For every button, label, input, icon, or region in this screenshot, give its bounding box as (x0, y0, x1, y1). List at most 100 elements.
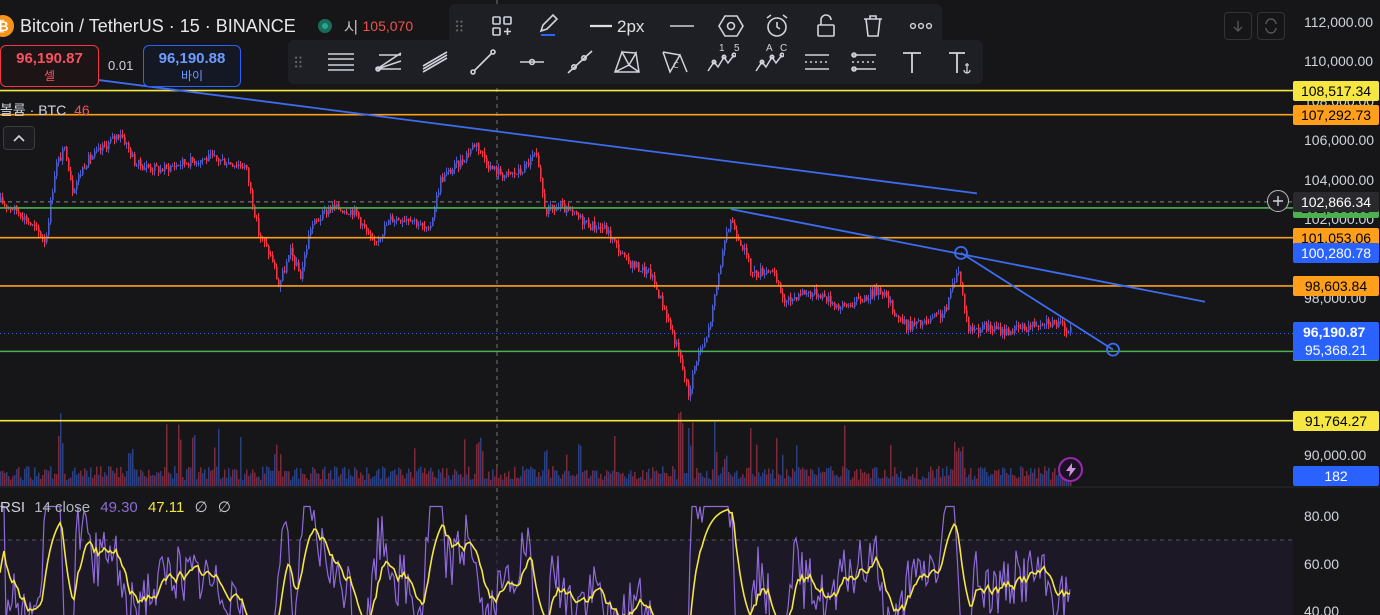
candle-body (856, 297, 858, 302)
volume-bar (598, 478, 600, 486)
candle-body (760, 267, 762, 278)
volume-bar (796, 445, 798, 486)
candle-body (286, 261, 288, 273)
price-range-icon[interactable] (800, 45, 834, 79)
drag-handle-icon[interactable] (449, 9, 471, 43)
candle-body (878, 288, 880, 296)
abcd-pattern-icon[interactable]: C (658, 45, 692, 79)
price-chart[interactable] (0, 0, 1380, 615)
sell-button[interactable]: 96,190.87 셀 (0, 45, 99, 87)
candle-body (122, 134, 124, 137)
parallel-channel-icon[interactable] (418, 45, 452, 79)
volume-bar (12, 476, 14, 486)
volume-bar (998, 469, 1000, 486)
volume-bar (828, 468, 830, 486)
volume-bar (588, 478, 590, 486)
candle-body (924, 320, 926, 324)
line-style-icon[interactable] (581, 9, 621, 43)
candle-body (318, 219, 320, 222)
lightning-event-icon[interactable] (1058, 457, 1083, 482)
trend-line-icon[interactable] (466, 45, 500, 79)
reset-chart-button[interactable] (1257, 12, 1285, 40)
candle-body (390, 216, 392, 221)
volume-bar (270, 470, 272, 486)
rsi-params: 14 close (34, 499, 91, 516)
candle-body (526, 162, 528, 164)
volume-bar (414, 448, 416, 486)
volume-bar (678, 413, 680, 486)
volume-bar (428, 471, 430, 486)
alarm-clock-icon[interactable] (760, 9, 794, 43)
volume-bar (736, 470, 738, 486)
add-template-icon[interactable] (485, 9, 519, 43)
alert-price-tag[interactable]: 100,280.78 (1293, 242, 1379, 263)
candle-body (954, 282, 956, 284)
xabcd-pattern-icon[interactable] (610, 45, 644, 79)
collapse-legend-button[interactable] (3, 126, 35, 150)
volume-bar (792, 468, 794, 486)
volume-bar (604, 475, 606, 486)
date-price-range-icon[interactable] (847, 45, 881, 79)
volume-bar (254, 472, 256, 486)
level-price-tag[interactable]: 108,517.34 (1293, 80, 1379, 101)
volume-bar (82, 475, 84, 486)
chart-stage[interactable]: ₿ Bitcoin / TetherUS · 15 · BINANCE 시 10… (0, 0, 1380, 615)
line-dash-icon[interactable] (665, 9, 699, 43)
volume-bar (964, 468, 966, 486)
drag-handle-icon[interactable] (288, 45, 310, 79)
volume-bar (714, 421, 716, 486)
hexagon-settings-icon[interactable] (714, 9, 748, 43)
candle-body (2, 197, 4, 204)
pencil-icon[interactable] (531, 7, 565, 41)
more-icon[interactable] (904, 9, 938, 43)
volume-value-tag[interactable]: 182 (1293, 466, 1379, 486)
volume-bar (986, 472, 988, 486)
unlock-icon[interactable] (809, 9, 843, 43)
volume-bar (304, 474, 306, 486)
volume-bar (922, 476, 924, 486)
crosshair-price-tag[interactable]: 102,866.34 (1293, 191, 1379, 212)
buy-button[interactable]: 96,190.88 바이 (143, 45, 241, 87)
drawing-tools-toolbar[interactable]: C 1 5 A C (288, 40, 983, 84)
volume-bar (996, 470, 998, 486)
level-price-tag[interactable]: 98,603.84 (1293, 275, 1379, 296)
candle-body (1024, 324, 1026, 331)
pitchfork-icon[interactable] (372, 45, 406, 79)
candle-body (768, 270, 770, 272)
secondary-price-tag[interactable]: 95,368.21 (1293, 339, 1379, 360)
symbol-title[interactable]: Bitcoin / TetherUS · 15 · BINANCE (20, 16, 296, 37)
volume-legend[interactable]: 볼륨 · BTC 46 (0, 100, 90, 120)
candle-body (402, 220, 404, 223)
volume-bar (260, 479, 262, 486)
horizontal-ray-icon[interactable] (515, 45, 549, 79)
candle-body (82, 167, 84, 175)
rsi-legend[interactable]: RSI 14 close 49.30 47.11 ∅ ∅ (0, 498, 231, 516)
volume-bar (188, 467, 190, 486)
candle-body (50, 200, 52, 223)
add-alert-plus-icon[interactable] (1267, 190, 1289, 212)
candle-body (826, 296, 828, 302)
volume-bar (702, 476, 704, 486)
volume-bar (626, 478, 628, 486)
volume-bar (330, 470, 332, 486)
volume-bar (132, 448, 134, 486)
volume-bar (928, 471, 930, 486)
anchored-text-icon[interactable] (943, 45, 977, 79)
volume-bar (1036, 478, 1038, 486)
line-width-label[interactable]: 2px (617, 17, 644, 37)
candle-body (766, 270, 768, 274)
horizontal-lines-icon[interactable] (324, 45, 358, 79)
volume-bar (542, 470, 544, 486)
symbol-header[interactable]: ₿ Bitcoin / TetherUS · 15 · BINANCE 시 10… (0, 12, 413, 40)
volume-bar (2, 470, 4, 486)
rsi-ma-value: 47.11 (147, 499, 185, 516)
volume-bar (368, 473, 370, 486)
ray-icon[interactable] (563, 45, 597, 79)
text-icon[interactable] (895, 45, 929, 79)
trash-icon[interactable] (856, 9, 890, 43)
scroll-to-latest-button[interactable] (1224, 12, 1252, 40)
level-price-tag[interactable]: 91,764.27 (1293, 410, 1379, 431)
volume-bar (936, 468, 938, 486)
level-price-tag[interactable]: 107,292.73 (1293, 104, 1379, 125)
candle-body (34, 224, 36, 227)
